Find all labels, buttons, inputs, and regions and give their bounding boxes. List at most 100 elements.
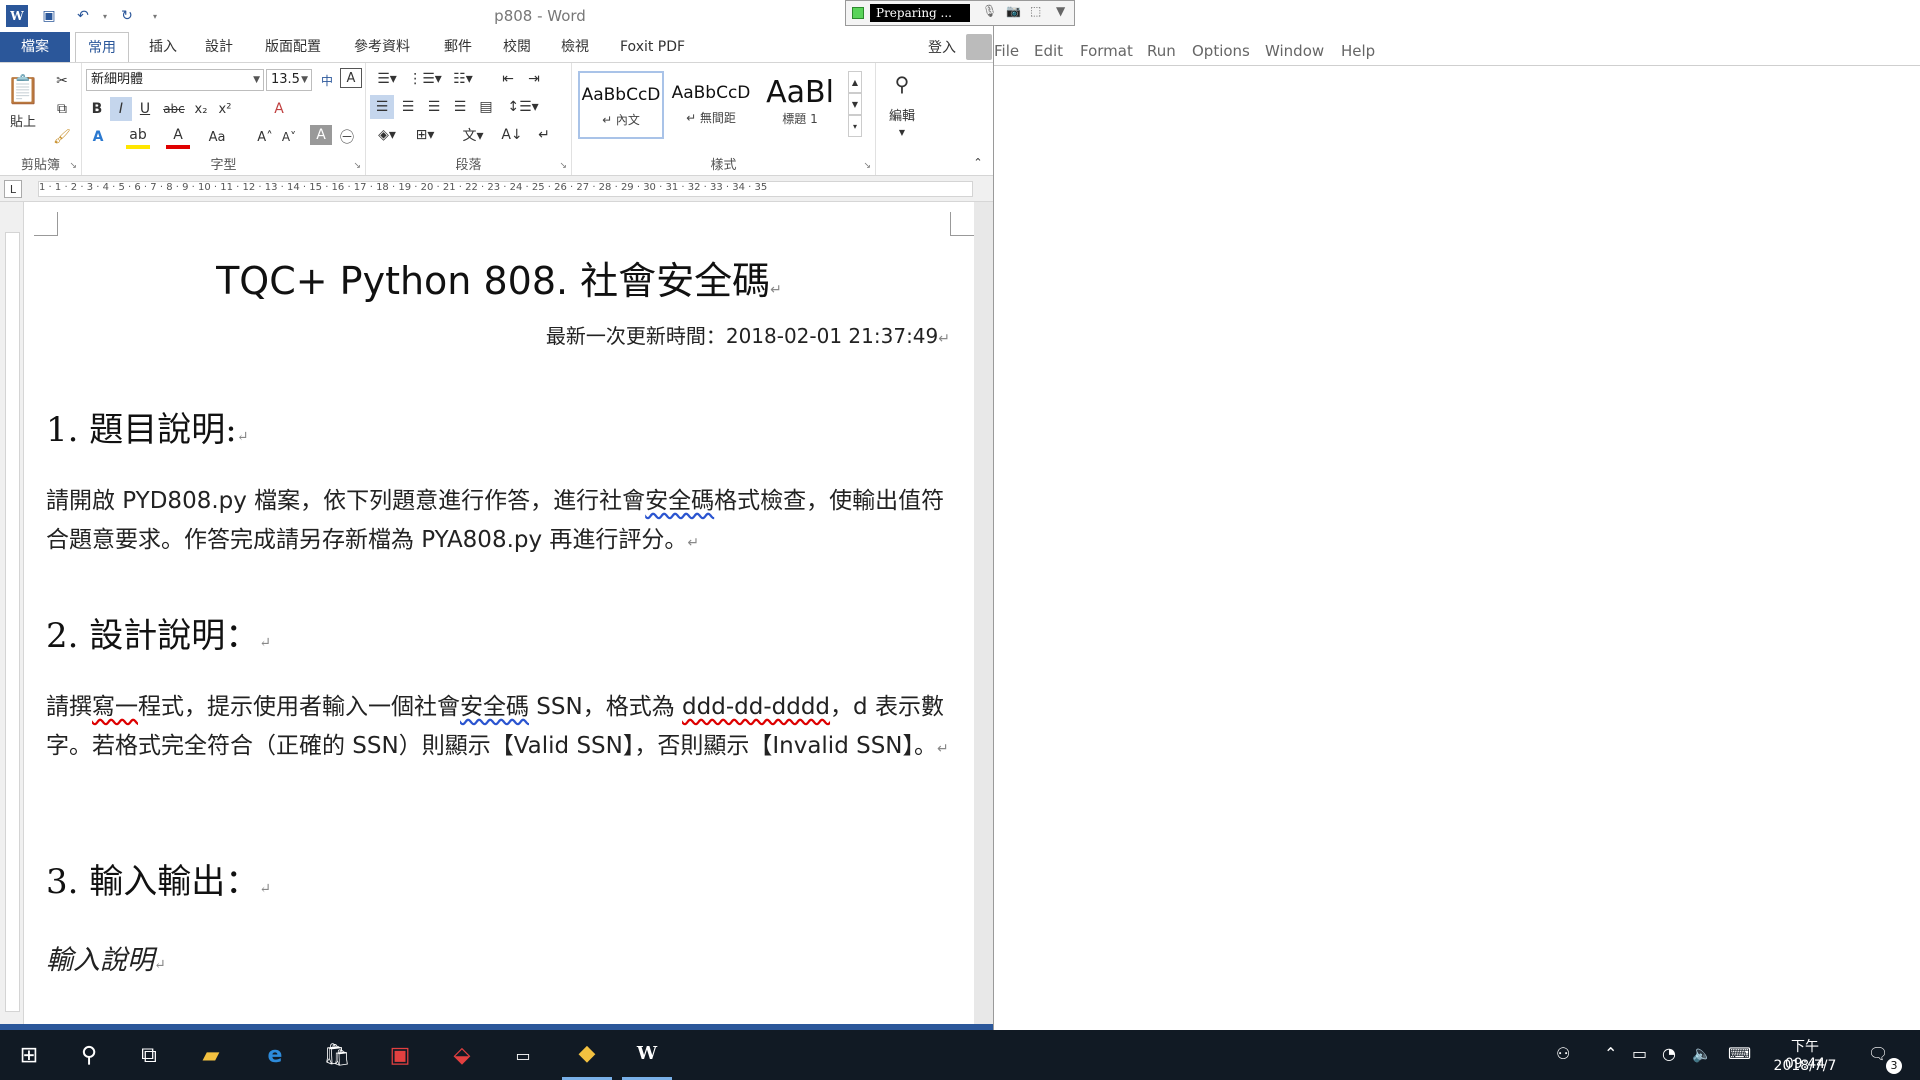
tab-design[interactable]: 設計 xyxy=(193,32,245,62)
styles-scroll-up-icon[interactable]: ▲ xyxy=(848,71,862,93)
text-effects-icon[interactable]: A xyxy=(86,125,110,149)
menu-window[interactable]: Window xyxy=(1265,42,1324,60)
tab-insert[interactable]: 插入 xyxy=(137,32,189,62)
menu-options[interactable]: Options xyxy=(1192,42,1250,60)
tab-layout[interactable]: 版面配置 xyxy=(253,32,333,62)
shrink-font-icon[interactable]: A˅ xyxy=(278,125,300,149)
styles-scroll-down-icon[interactable]: ▼ xyxy=(848,93,862,115)
char-border-icon[interactable]: A xyxy=(340,68,362,88)
tab-foxit-pdf[interactable]: Foxit PDF xyxy=(608,32,697,62)
subscript-icon[interactable]: x₂ xyxy=(190,97,212,121)
style-heading-1[interactable]: AaBl 標題 1 xyxy=(758,71,842,139)
ruler-scale[interactable]: 1 · 1 · 2 · 3 · 4 · 5 · 6 · 7 · 8 · 9 · … xyxy=(38,181,973,197)
python-idle-icon[interactable]: ◆ xyxy=(562,1030,612,1080)
line-spacing-icon[interactable]: ↕☰▾ xyxy=(506,95,540,119)
styles-more-icon[interactable]: ▾ xyxy=(848,115,862,137)
font-color-icon[interactable]: A xyxy=(166,125,190,149)
clipboard-launcher-icon[interactable]: ↘ xyxy=(69,161,77,171)
gift-icon[interactable]: ▣ xyxy=(375,1030,425,1080)
tab-references[interactable]: 參考資料 xyxy=(342,32,422,62)
copy-icon[interactable]: ⧉ xyxy=(50,97,74,121)
vertical-ruler-scale[interactable] xyxy=(5,232,20,1012)
webcam-icon[interactable]: 📷 xyxy=(1006,4,1021,18)
decrease-indent-icon[interactable]: ⇤ xyxy=(496,67,520,91)
styles-launcher-icon[interactable]: ↘ xyxy=(863,161,871,171)
superscript-icon[interactable]: x² xyxy=(214,97,236,121)
strikethrough-icon[interactable]: abc xyxy=(160,97,188,121)
wifi-icon[interactable]: ◔ xyxy=(1662,1044,1676,1063)
task-view-icon[interactable]: ⧉ xyxy=(124,1030,174,1080)
tab-selector-icon[interactable]: L xyxy=(4,180,22,198)
file-explorer-icon[interactable]: ▰ xyxy=(186,1030,236,1080)
phonetic-guide-icon[interactable]: 中 xyxy=(316,68,338,92)
numbering-icon[interactable]: ⋮☰▾ xyxy=(408,67,442,91)
sort-icon[interactable]: A↓ xyxy=(500,123,524,147)
tab-home[interactable]: 常用 xyxy=(75,32,129,63)
command-prompt-icon[interactable]: ▭ xyxy=(498,1030,548,1080)
multilevel-list-icon[interactable]: ☷▾ xyxy=(446,67,480,91)
font-size-combo[interactable]: 13.5 ▼ xyxy=(266,69,312,91)
shading-icon[interactable]: ◈▾ xyxy=(370,123,404,147)
save-icon[interactable]: ▣ xyxy=(38,5,60,27)
increase-indent-icon[interactable]: ⇥ xyxy=(522,67,546,91)
style-normal[interactable]: AaBbCcD ↵ 內文 xyxy=(578,71,664,139)
font-name-combo[interactable]: 新細明體 ▼ xyxy=(86,69,264,91)
style-no-spacing[interactable]: AaBbCcD ↵ 無間距 xyxy=(668,71,754,139)
font-launcher-icon[interactable]: ↘ xyxy=(353,161,361,171)
customize-qat-icon[interactable]: ▾ xyxy=(144,5,166,27)
paste-button[interactable]: 貼上 xyxy=(6,111,40,130)
notification-icon[interactable]: 🗨 xyxy=(1868,1044,1888,1063)
signin-link[interactable]: 登入 xyxy=(928,37,956,57)
borders-icon[interactable]: ⊞▾ xyxy=(408,123,442,147)
char-shading-icon[interactable]: A xyxy=(310,125,332,145)
enclose-char-icon[interactable]: ㊀ xyxy=(336,125,358,149)
align-right-icon[interactable]: ☰ xyxy=(422,95,446,119)
input-method-icon[interactable]: ⌨ xyxy=(1728,1044,1751,1063)
pdf-reader-icon[interactable]: ⬙ xyxy=(437,1030,487,1080)
region-select-icon[interactable]: ⬚ xyxy=(1030,4,1041,18)
menu-edit[interactable]: Edit xyxy=(1034,42,1063,60)
tab-file[interactable]: 檔案 xyxy=(0,32,70,62)
editing-button[interactable]: 編輯 xyxy=(880,105,924,124)
tab-view[interactable]: 檢視 xyxy=(549,32,601,62)
menu-help[interactable]: Help xyxy=(1341,42,1375,60)
align-left-icon[interactable]: ☰ xyxy=(370,95,394,119)
clock-date[interactable]: 2018/7/7 xyxy=(1770,1058,1840,1074)
undo-dropdown-icon[interactable]: ▾ xyxy=(94,5,116,27)
paragraph-launcher-icon[interactable]: ↘ xyxy=(559,161,567,171)
menu-run[interactable]: Run xyxy=(1147,42,1176,60)
word-taskbar-icon[interactable]: W xyxy=(622,1030,672,1080)
highlight-icon[interactable]: ab xyxy=(126,125,150,149)
collapse-ribbon-icon[interactable]: ⌃ xyxy=(968,153,988,171)
grow-font-icon[interactable]: A˄ xyxy=(254,125,276,149)
people-icon[interactable]: ⚇ xyxy=(1556,1044,1570,1063)
clear-format-icon[interactable]: A xyxy=(268,97,290,121)
justify-icon[interactable]: ☰ xyxy=(448,95,472,119)
tab-review[interactable]: 校閱 xyxy=(491,32,543,62)
user-avatar-icon[interactable] xyxy=(966,34,992,60)
undo-icon[interactable]: ↶ xyxy=(72,5,94,27)
search-icon[interactable]: ⚲ xyxy=(64,1030,114,1080)
battery-icon[interactable]: ▭ xyxy=(1632,1044,1647,1063)
recorder-menu-icon[interactable]: ▼ xyxy=(1056,4,1065,18)
tab-mailings[interactable]: 郵件 xyxy=(432,32,484,62)
asian-layout-icon[interactable]: 文▾ xyxy=(456,123,490,147)
paste-icon[interactable]: 📋 xyxy=(6,69,41,109)
vertical-scrollbar[interactable] xyxy=(974,202,993,1024)
store-icon[interactable]: 🛍 xyxy=(312,1030,362,1080)
redo-icon[interactable]: ↻ xyxy=(116,5,138,27)
chevron-down-icon[interactable]: ▼ xyxy=(890,125,914,139)
bullets-icon[interactable]: ☰▾ xyxy=(370,67,404,91)
cut-icon[interactable]: ✂ xyxy=(50,69,74,93)
italic-icon[interactable]: I xyxy=(110,97,132,121)
underline-icon[interactable]: U xyxy=(134,97,156,121)
microphone-icon[interactable]: 🎙 xyxy=(982,4,997,18)
distributed-icon[interactable]: ▤ xyxy=(474,95,498,119)
change-case-icon[interactable]: Aa xyxy=(202,125,232,149)
tray-expand-icon[interactable]: ⌃ xyxy=(1604,1044,1617,1063)
start-windows-icon[interactable]: ⊞ xyxy=(4,1030,54,1080)
menu-format[interactable]: Format xyxy=(1080,42,1133,60)
align-center-icon[interactable]: ☰ xyxy=(396,95,420,119)
format-painter-icon[interactable]: 🖌 xyxy=(50,125,74,149)
document-page[interactable]: TQC+ Python 808. 社會安全碼↵ 最新一次更新時間：2018-02… xyxy=(24,202,974,1024)
